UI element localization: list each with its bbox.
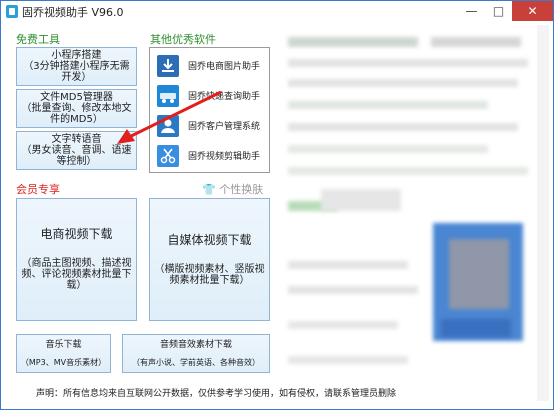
audio-subtitle: （有声小说、学前英语、各种音效） xyxy=(132,357,260,367)
app-window: 固乔视频助手 V96.0 — □ ✕ 免费工具 小程序搭建 （3分钟搭建小程序无… xyxy=(0,0,554,410)
minimize-button[interactable]: — xyxy=(458,1,485,21)
ecommerce-subtitle: （商品主图视频、描述视频、评论视频素材批量下载） xyxy=(21,258,132,291)
title-bar[interactable]: 固乔视频助手 V96.0 — □ ✕ xyxy=(1,1,553,23)
audio-title: 音频音效素材下载 xyxy=(159,339,232,350)
disclaimer-text: 声明：所有信息均来自互联网公开数据，仅供参考学习使用，如有侵权，请联系管理员删除 xyxy=(36,389,397,399)
shirt-icon: 👕 xyxy=(202,183,216,196)
download-icon xyxy=(157,55,179,77)
media-video-download-button[interactable]: 自媒体视频下载 （横版视频素材、竖版视频素材批量下载） xyxy=(149,198,270,321)
media-title: 自媒体视频下载 xyxy=(167,232,252,247)
media-subtitle: （横版视频素材、竖版视频素材批量下载） xyxy=(154,263,265,286)
change-skin-label: 个性换肤 xyxy=(219,183,264,196)
music-subtitle: （MP3、MV音乐素材） xyxy=(20,357,107,367)
music-download-button[interactable]: 音乐下载 （MP3、MV音乐素材） xyxy=(16,334,111,373)
app-logo-icon xyxy=(6,5,18,18)
ecommerce-title: 电商视频下载 xyxy=(40,227,113,241)
close-button[interactable]: ✕ xyxy=(512,1,553,21)
window-title: 固乔视频助手 V96.0 xyxy=(22,6,124,19)
member-heading: 会员专享 xyxy=(16,183,60,196)
arrow-annotation-icon xyxy=(117,90,222,144)
software-label: 固乔电商图片助手 xyxy=(188,62,261,72)
other-software-heading: 其他优秀软件 xyxy=(150,33,216,46)
software-label: 固乔视频剪辑助手 xyxy=(188,152,261,162)
scrollbar[interactable] xyxy=(537,25,549,401)
maximize-button[interactable]: □ xyxy=(485,1,512,21)
software-item-image-helper[interactable]: 固乔电商图片助手 xyxy=(157,55,267,77)
ecommerce-video-download-button[interactable]: 电商视频下载 （商品主图视频、描述视频、评论视频素材批量下载） xyxy=(16,198,137,321)
audio-material-download-button[interactable]: 音频音效素材下载 （有声小说、学前英语、各种音效） xyxy=(122,334,270,373)
mini-program-button[interactable]: 小程序搭建 （3分钟搭建小程序无需开发） xyxy=(16,47,137,86)
free-tools-heading: 免费工具 xyxy=(16,33,60,46)
change-skin-button[interactable]: 👕 个性换肤 xyxy=(202,181,263,197)
music-title: 音乐下载 xyxy=(45,339,82,350)
